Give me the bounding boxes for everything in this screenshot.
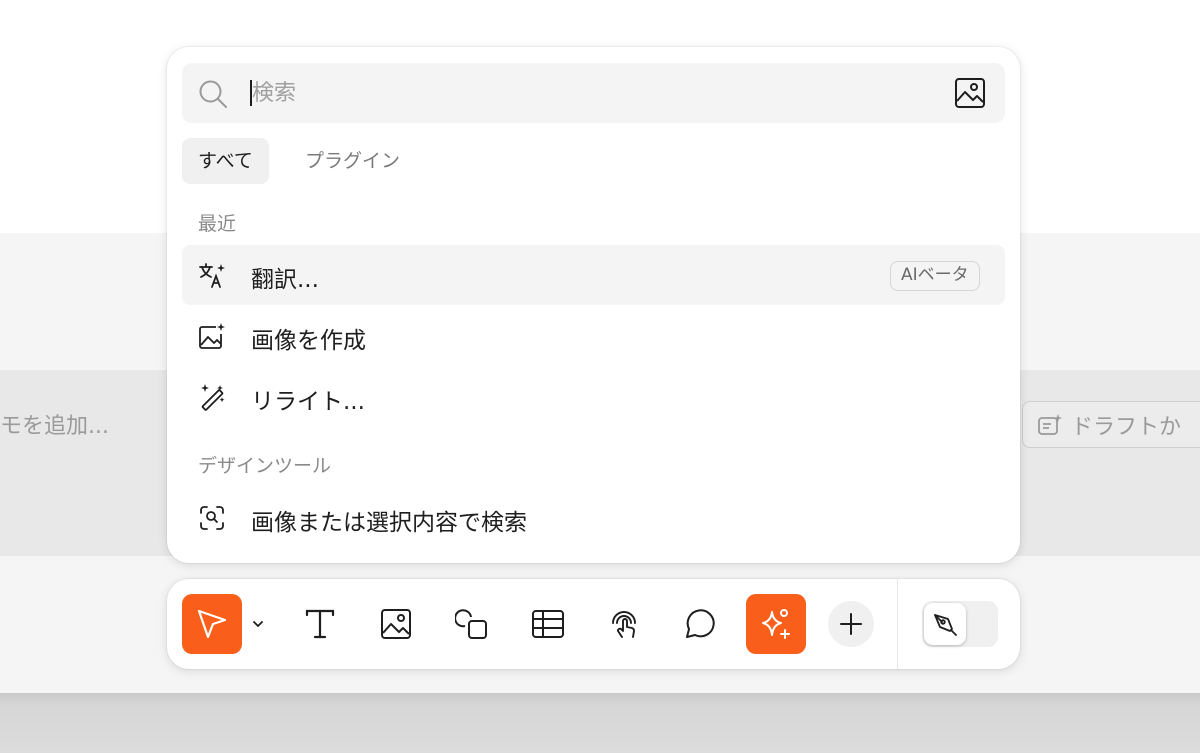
menu-item-translate[interactable]: 翻訳... AIベータ (182, 245, 1005, 305)
quick-actions-popup: すべて プラグイン 最近 翻訳... AIベータ 画像を作成 (167, 47, 1020, 563)
image-search-icon[interactable] (954, 77, 986, 109)
search-bar[interactable] (182, 63, 1005, 123)
visual-search-icon (198, 504, 226, 532)
text-t-icon (303, 607, 337, 641)
translate-sparkle-icon (198, 261, 226, 289)
text-tool-button[interactable] (290, 594, 350, 654)
comment-bubble-icon (683, 607, 717, 641)
menu-item-create-image[interactable]: 画像を作成 (182, 306, 1005, 366)
table-icon (531, 607, 565, 641)
menu-item-rewrite[interactable]: リライト... (182, 367, 1005, 427)
menu-item-visual-search[interactable]: 画像または選択内容で検索 (182, 488, 1005, 548)
memo-placeholder[interactable]: モを追加... (0, 408, 109, 440)
image-icon (379, 607, 413, 641)
tab-all[interactable]: すべて (182, 138, 269, 184)
ai-beta-badge: AIベータ (890, 261, 980, 291)
search-icon (198, 79, 228, 109)
image-sparkle-icon (198, 322, 226, 350)
search-input[interactable] (252, 73, 852, 113)
ai-actions-tool-button[interactable] (746, 594, 806, 654)
bottom-toolbar (167, 579, 1020, 669)
mode-toggle[interactable] (922, 601, 998, 647)
move-tool-button[interactable] (182, 594, 242, 654)
mode-toggle-knob[interactable] (924, 603, 966, 645)
section-heading-design-tools: デザインツール (198, 455, 332, 477)
interaction-tool-button[interactable] (594, 594, 654, 654)
cursor-arrow-icon (195, 607, 229, 641)
draft-sparkle-icon (1037, 413, 1063, 437)
table-tool-button[interactable] (518, 594, 578, 654)
menu-item-label: リライト... (251, 389, 365, 415)
pen-nib-icon (932, 611, 958, 637)
draft-button-label: ドラフトか (1071, 414, 1182, 440)
plus-icon (839, 612, 863, 636)
shape-tool-button[interactable] (442, 594, 502, 654)
tap-hand-icon (607, 607, 641, 641)
shapes-icon (455, 607, 489, 641)
more-tools-button[interactable] (828, 601, 874, 647)
toolbar-divider (897, 579, 898, 669)
image-tool-button[interactable] (366, 594, 426, 654)
magic-wand-icon (198, 383, 226, 411)
chevron-down-icon[interactable] (251, 617, 265, 631)
ai-sparkle-icon (758, 606, 794, 642)
menu-item-label: 翻訳... (251, 267, 319, 293)
menu-item-label: 画像または選択内容で検索 (251, 510, 527, 536)
canvas-footer-shade (0, 693, 1200, 753)
tab-plugins[interactable]: プラグイン (289, 138, 416, 184)
comment-tool-button[interactable] (670, 594, 730, 654)
section-heading-recent: 最近 (198, 213, 237, 235)
menu-item-label: 画像を作成 (251, 328, 366, 354)
draft-button[interactable]: ドラフトか (1022, 401, 1200, 448)
